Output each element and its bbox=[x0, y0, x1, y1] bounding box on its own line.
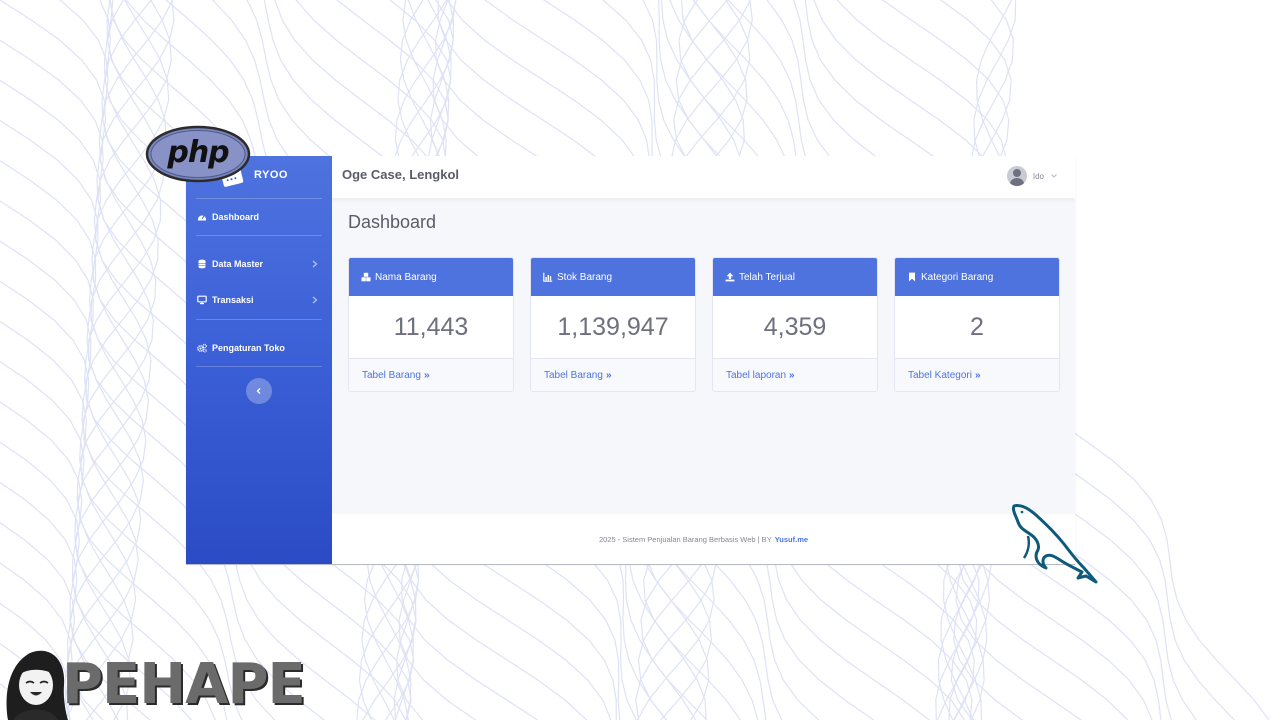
double-chevron-right-icon: » bbox=[975, 370, 981, 381]
card-value: 4,359 bbox=[713, 296, 877, 359]
sidebar-item-pengaturan-toko[interactable]: Pengaturan Toko bbox=[197, 340, 321, 356]
card-header: Nama Barang bbox=[349, 258, 513, 296]
card-title: Telah Terjual bbox=[739, 272, 795, 283]
bookmark-icon bbox=[907, 272, 917, 282]
background-wave-line bbox=[0, 0, 57, 720]
double-chevron-right-icon: » bbox=[424, 370, 430, 381]
sidebar-item-dashboard[interactable]: Dashboard bbox=[197, 209, 321, 225]
card-header: Telah Terjual bbox=[713, 258, 877, 296]
sidebar-item-label: Transaksi bbox=[212, 295, 254, 305]
sidebar-toggle-button[interactable] bbox=[246, 378, 272, 404]
footer: 2025 - Sistem Penjualan Barang Berbasis … bbox=[332, 514, 1075, 564]
database-icon bbox=[197, 259, 207, 269]
brand-name: RYOO bbox=[254, 169, 288, 181]
background-wave-line bbox=[0, 0, 70, 720]
footer-text: 2025 - Sistem Penjualan Barang Berbasis … bbox=[599, 535, 772, 544]
stat-card-kategori-barang: Kategori Barang 2 Tabel Kategori » bbox=[894, 257, 1060, 392]
user-name: Ido bbox=[1033, 172, 1044, 181]
topbar: Oge Case, Lengkol Ido bbox=[332, 156, 1075, 198]
cubes-icon bbox=[361, 272, 371, 282]
sidebar-divider bbox=[196, 198, 322, 199]
sidebar-item-label: Data Master bbox=[212, 259, 263, 269]
card-link-tabel-laporan[interactable]: Tabel laporan » bbox=[713, 359, 877, 391]
user-dropdown[interactable]: Ido bbox=[1007, 165, 1058, 187]
chevron-right-icon bbox=[311, 259, 319, 269]
mysql-dolphin-logo bbox=[1006, 498, 1098, 588]
chevron-right-icon bbox=[311, 295, 319, 305]
card-link-label: Tabel Barang bbox=[544, 370, 603, 381]
mascot-character-image bbox=[0, 645, 68, 720]
card-title: Kategori Barang bbox=[921, 272, 993, 283]
card-link-label: Tabel Barang bbox=[362, 370, 421, 381]
stat-card-telah-terjual: Telah Terjual 4,359 Tabel laporan » bbox=[712, 257, 878, 392]
sidebar-divider bbox=[196, 319, 322, 320]
background-wave-line bbox=[0, 0, 21, 720]
sidebar-divider bbox=[196, 366, 322, 367]
chevron-down-icon bbox=[1050, 173, 1058, 179]
stat-card-nama-barang: Nama Barang 11,443 Tabel Barang » bbox=[348, 257, 514, 392]
upload-icon bbox=[725, 272, 735, 282]
card-link-tabel-kategori[interactable]: Tabel Kategori » bbox=[895, 359, 1059, 391]
store-name: Oge Case, Lengkol bbox=[342, 167, 459, 182]
sidebar-divider bbox=[196, 235, 322, 236]
card-header: Kategori Barang bbox=[895, 258, 1059, 296]
double-chevron-right-icon: » bbox=[606, 370, 612, 381]
card-value: 11,443 bbox=[349, 296, 513, 359]
stat-card-stok-barang: Stok Barang 1,139,947 Tabel Barang » bbox=[530, 257, 696, 392]
sidebar-item-transaksi[interactable]: Transaksi bbox=[197, 292, 321, 308]
sidebar-item-label: Dashboard bbox=[212, 212, 259, 222]
app-bottom-border bbox=[186, 564, 1075, 565]
card-link-tabel-barang[interactable]: Tabel Barang » bbox=[531, 359, 695, 391]
chart-bar-icon bbox=[543, 272, 553, 282]
card-value: 1,139,947 bbox=[531, 296, 695, 359]
desktop-icon bbox=[197, 295, 207, 305]
background-wave-line bbox=[0, 0, 138, 720]
card-link-tabel-barang[interactable]: Tabel Barang » bbox=[349, 359, 513, 391]
card-title: Stok Barang bbox=[557, 272, 612, 283]
background-wave-line bbox=[0, 0, 72, 720]
php-logo-text: php bbox=[166, 135, 229, 170]
tachometer-icon bbox=[197, 212, 207, 222]
card-link-label: Tabel laporan bbox=[726, 370, 786, 381]
chevron-left-icon bbox=[255, 387, 263, 395]
double-chevron-right-icon: » bbox=[789, 370, 795, 381]
sidebar-item-data-master[interactable]: Data Master bbox=[197, 256, 321, 272]
channel-brand-text: PEHAPE bbox=[62, 650, 305, 720]
sidebar: RYOO Dashboard Data Master Transaksi Pen… bbox=[186, 156, 332, 564]
user-avatar-icon bbox=[1007, 166, 1027, 186]
sidebar-item-label: Pengaturan Toko bbox=[212, 343, 285, 353]
app-window: RYOO Dashboard Data Master Transaksi Pen… bbox=[186, 156, 1075, 564]
footer-author-link[interactable]: Yusuf.me bbox=[775, 535, 808, 544]
php-logo: php bbox=[145, 125, 251, 183]
card-value: 2 bbox=[895, 296, 1059, 359]
card-title: Nama Barang bbox=[375, 272, 437, 283]
card-link-label: Tabel Kategori bbox=[908, 370, 972, 381]
page-title: Dashboard bbox=[348, 212, 436, 233]
card-header: Stok Barang bbox=[531, 258, 695, 296]
cogs-icon bbox=[197, 343, 207, 353]
background-wave-line bbox=[0, 0, 130, 720]
